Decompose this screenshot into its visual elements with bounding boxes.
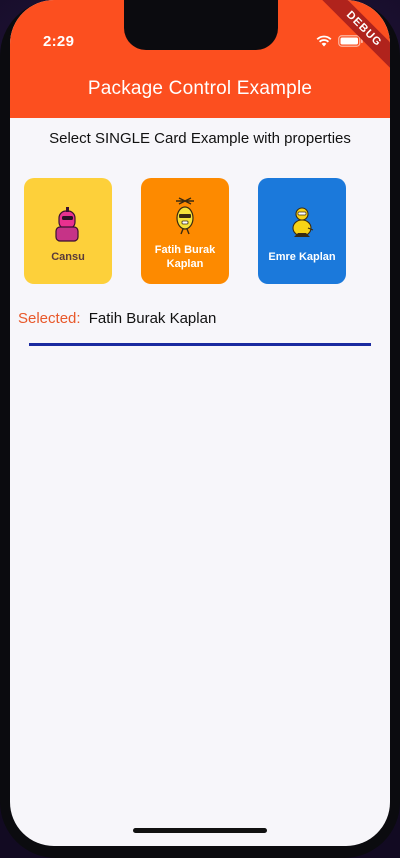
app-screen: 2:29 DEBUG Package Control Example Selec… [10, 0, 390, 846]
camera-notch [124, 0, 278, 50]
card-fatih-burak-kaplan[interactable]: Fatih Burak Kaplan [141, 178, 229, 284]
card-cansu[interactable]: Cansu [24, 178, 112, 284]
selected-row: Selected: Fatih Burak Kaplan [18, 310, 216, 327]
selected-label: Selected: [18, 310, 81, 327]
yellow-character-icon [165, 196, 205, 241]
device-background: 2:29 DEBUG Package Control Example Selec… [0, 0, 400, 858]
selected-value: Fatih Burak Kaplan [88, 310, 217, 327]
pink-character-icon [48, 203, 88, 248]
status-icons [316, 34, 364, 52]
wifi-icon [316, 34, 332, 52]
duck-character-icon [282, 203, 322, 248]
home-indicator[interactable] [133, 828, 267, 833]
card-label: Fatih Burak Kaplan [154, 243, 216, 270]
page-subtitle: Select SINGLE Card Example with properti… [49, 130, 351, 147]
card-label: Cansu [51, 250, 85, 263]
divider [29, 343, 371, 346]
app-bar: 2:29 DEBUG Package Control Example [10, 0, 390, 118]
card-emre-kaplan[interactable]: Emre Kaplan [258, 178, 346, 284]
app-title: Package Control Example [87, 78, 313, 99]
card-label: Emre Kaplan [268, 250, 336, 263]
status-time: 2:29 [43, 33, 75, 50]
